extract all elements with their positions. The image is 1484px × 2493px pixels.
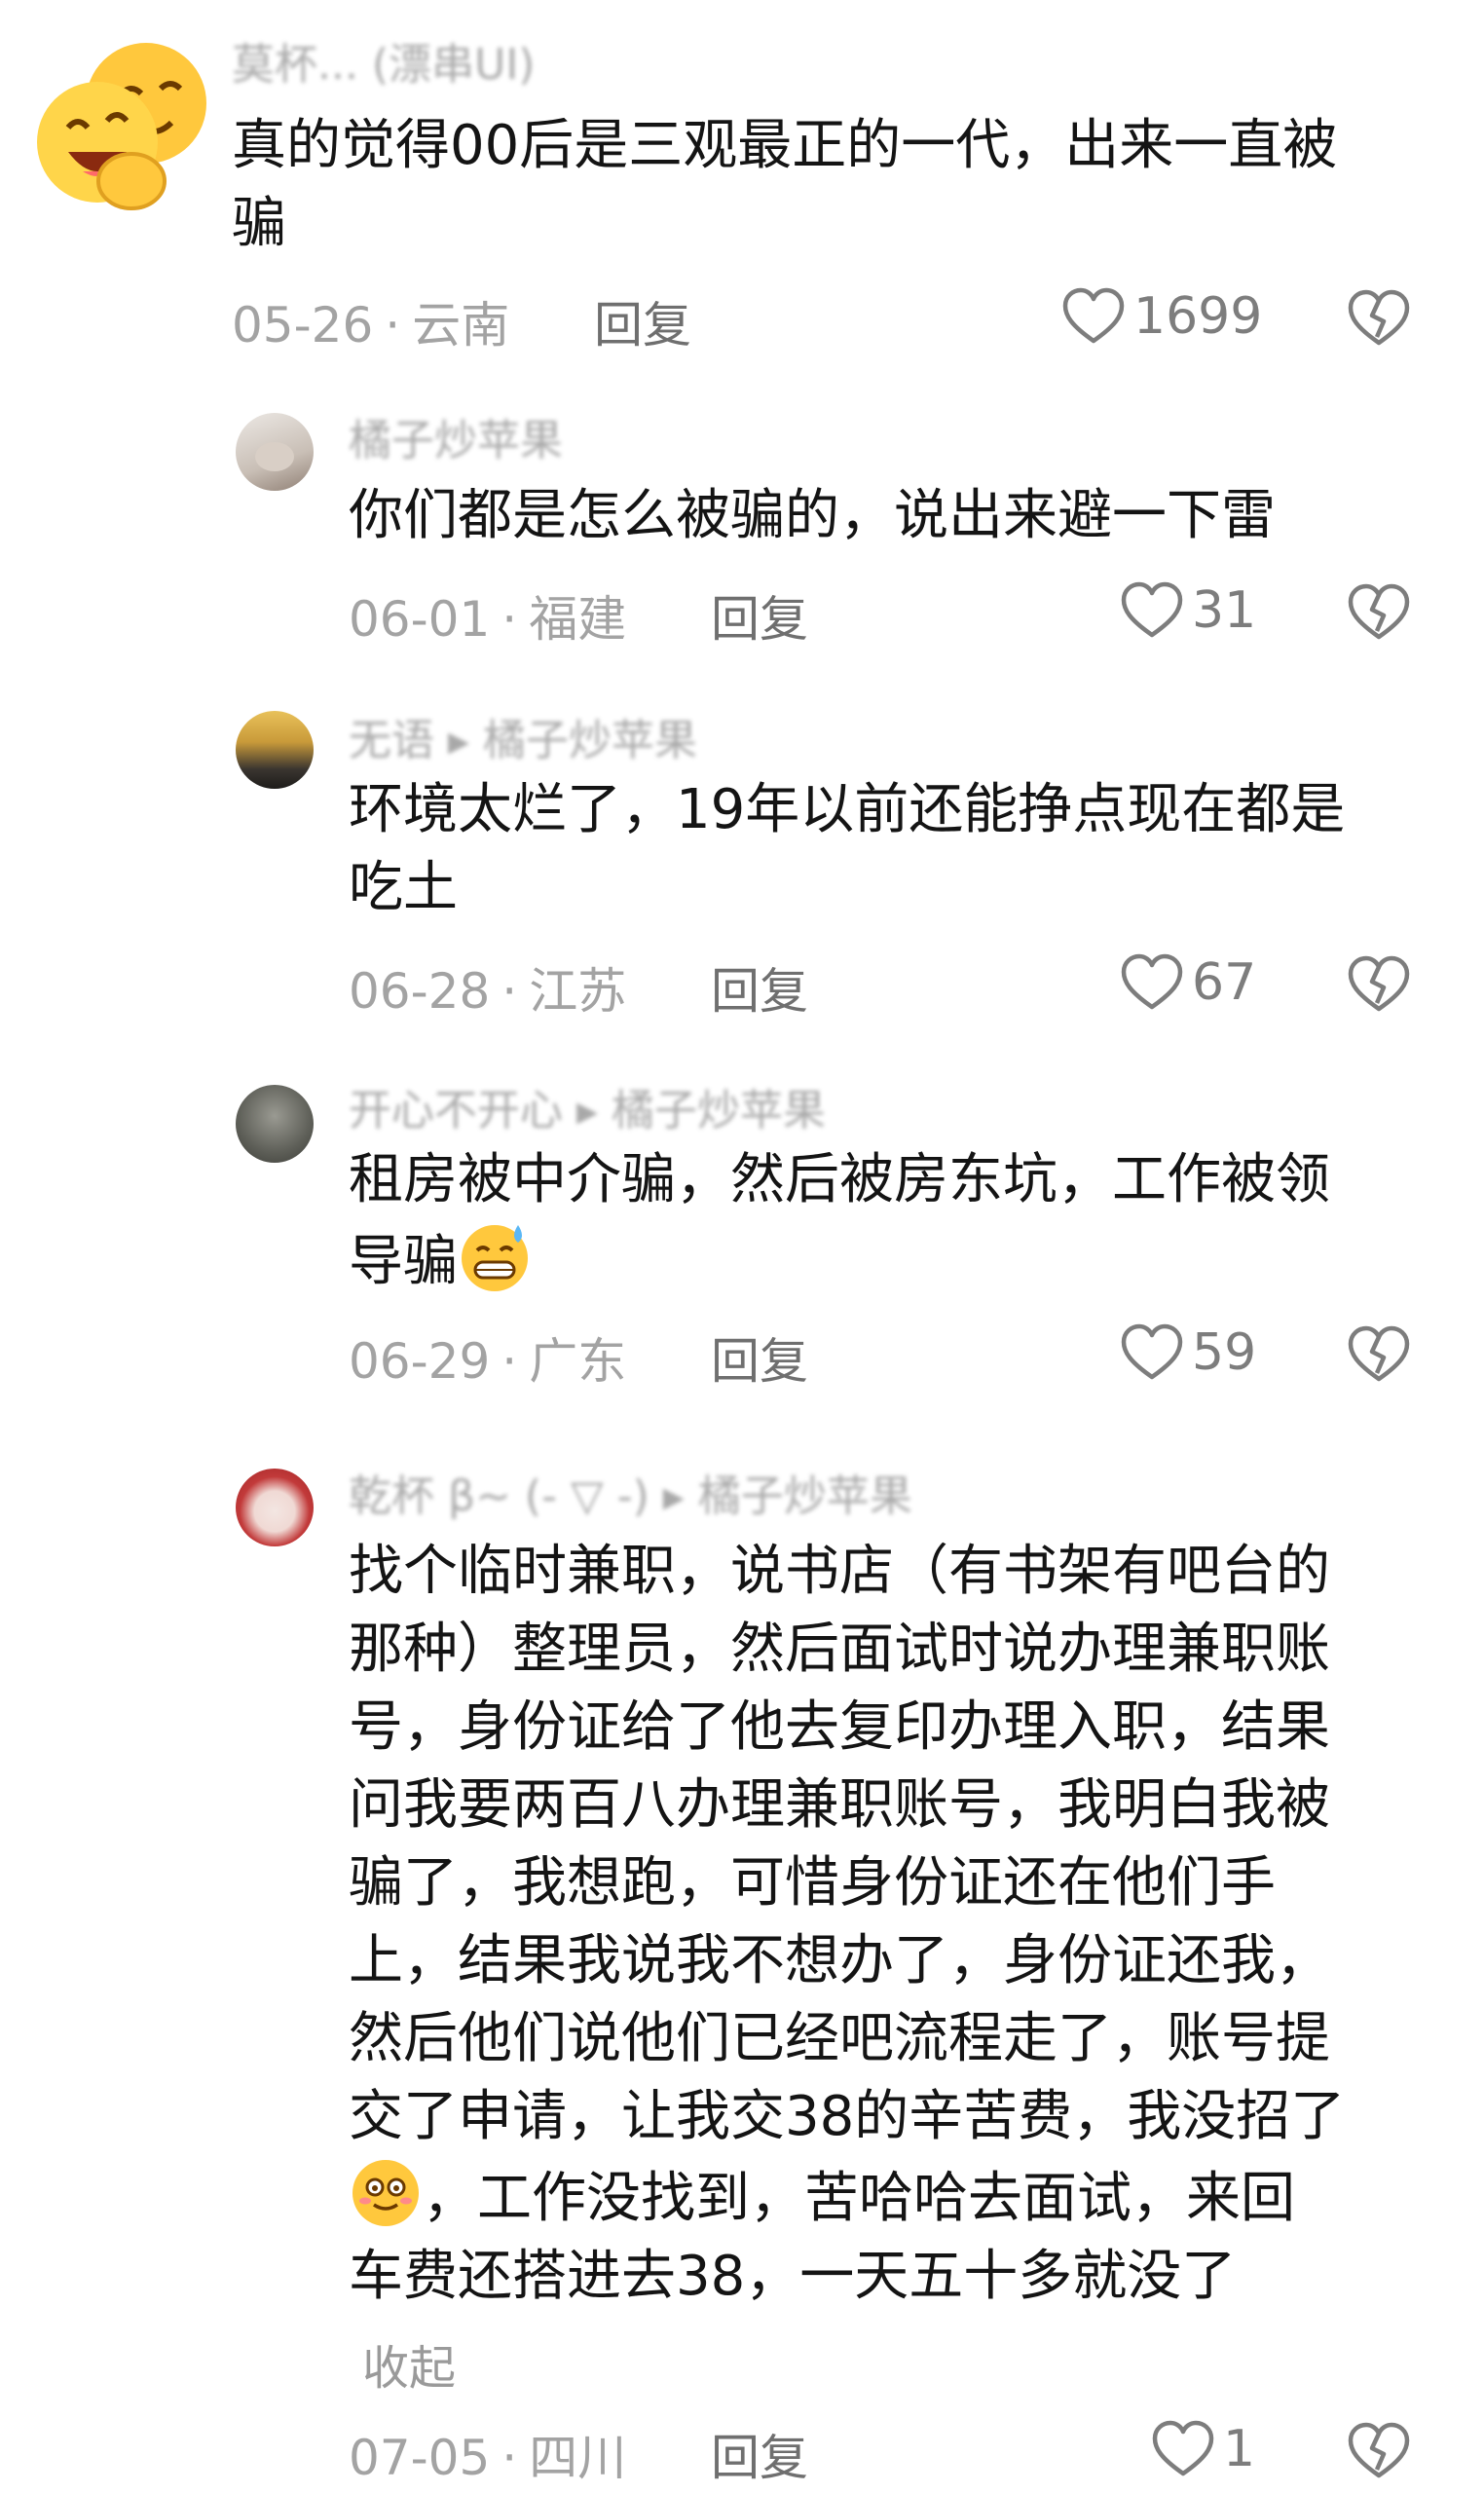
comment-region: 江苏 [529, 963, 627, 1020]
comment-text-segment: 导骗 [349, 1230, 458, 1293]
comment-username[interactable]: 开心不开心 ▸ 橘子炒苹果 [349, 1075, 826, 1137]
comment-text-line: 那种）整理员，然后面试时说办理兼职账 [349, 1618, 1330, 1681]
meta-separator: · [385, 297, 401, 353]
comment-text-line: 然后他们说他们已经吧流程走了，账号提 [349, 2007, 1330, 2070]
heart-outline-icon [1152, 2420, 1214, 2476]
comment-item: 橘子炒苹果 你们都是怎么被骗的，说出来避一下雷 06-01 · 福建 回复 31 [0, 390, 1484, 701]
like-button[interactable]: 31 [1120, 577, 1256, 645]
comment-text-line: 骗 [232, 192, 286, 255]
comment-username[interactable]: 无语 ▸ 橘子炒苹果 [349, 705, 697, 767]
broken-heart-icon [1348, 583, 1410, 640]
comment-text-line: 你们都是怎么被骗的，说出来避一下雷 [349, 484, 1276, 547]
broken-heart-icon [1348, 1325, 1410, 1382]
reply-button[interactable]: 回复 [711, 580, 808, 651]
heart-outline-icon [1121, 1323, 1183, 1380]
reply-button[interactable]: 回复 [594, 286, 691, 356]
like-count: 59 [1192, 1323, 1257, 1382]
comment-text-line: 吃土 [349, 856, 458, 919]
comment-username[interactable]: 莫杯... (漂串UI) [232, 29, 535, 92]
broken-heart-icon [1348, 289, 1410, 346]
comment-meta: 06-01 · 福建 [349, 580, 626, 648]
comment-text-line: 租房被中介骗，然后被房东坑，工作被领 [349, 1148, 1330, 1211]
comment-text: 真的觉得00后是三观最正的一代，出来一直被 骗 [232, 107, 1449, 263]
comment-date: 06-28 [349, 963, 491, 1020]
comment-item: 乾杯 β~ (- ▽ -) ▸ 橘子炒苹果 找个临时兼职，说书店（有书架有吧台的… [0, 1441, 1484, 2493]
comment-region: 广东 [529, 1333, 627, 1390]
comment-meta: 06-28 · 江苏 [349, 952, 626, 1020]
comment-meta: 07-05 · 四川 [349, 2419, 626, 2486]
broken-heart-icon [1348, 955, 1410, 1012]
like-count: 1 [1223, 2420, 1256, 2478]
like-count: 31 [1192, 581, 1257, 640]
reply-button[interactable]: 回复 [711, 1322, 808, 1393]
dislike-button[interactable] [1347, 1322, 1411, 1387]
reply-button[interactable]: 回复 [711, 2419, 808, 2489]
comment-text: 找个临时兼职，说书店（有书架有吧台的 那种）整理员，然后面试时说办理兼职账 号，… [349, 1533, 1468, 2316]
comment-item: 莫杯... (漂串UI) 真的觉得00后是三观最正的一代，出来一直被 骗 05-… [0, 0, 1484, 390]
like-button[interactable]: 1 [1151, 2415, 1255, 2483]
heart-outline-icon [1121, 953, 1183, 1010]
comment-text-line: ，工作没找到，苦哈哈去面试，来回 [349, 2156, 1468, 2238]
smiling-face-emoji-icon [349, 2156, 423, 2230]
comment-date: 05-26 [232, 297, 374, 353]
comment-text-line: 号，身份证给了他去复印办理入职，结果 [349, 1695, 1330, 1759]
comment-text-line: 问我要两百八办理兼职账号，我明白我被 [349, 1773, 1330, 1837]
like-count: 67 [1192, 953, 1257, 1012]
comment-text-line: 骗了，我想跑，可惜身份证还在他们手 [349, 1851, 1276, 1915]
comment-username[interactable]: 乾杯 β~ (- ▽ -) ▸ 橘子炒苹果 [349, 1461, 912, 1523]
heart-outline-icon [1121, 581, 1183, 638]
like-button[interactable]: 59 [1120, 1319, 1256, 1387]
comment-text: 租房被中介骗，然后被房东坑，工作被领 导骗 [349, 1141, 1459, 1301]
comment-text-line: 上，结果我说我不想办了，身份证还我， [349, 1929, 1330, 1992]
meta-separator: · [501, 963, 518, 1020]
like-button[interactable]: 1699 [1061, 282, 1262, 351]
meta-separator: · [501, 2430, 518, 2486]
comment-username[interactable]: 橘子炒苹果 [349, 405, 563, 467]
grinning-face-icon [37, 43, 206, 210]
comment-date: 06-01 [349, 591, 491, 648]
like-count: 1699 [1133, 287, 1263, 346]
comment-date: 07-05 [349, 2430, 491, 2486]
comment-text: 环境太烂了，19年以前还能挣点现在都是 吃土 [349, 771, 1459, 927]
avatar[interactable] [236, 413, 314, 491]
avatar[interactable] [236, 1085, 314, 1163]
comment-text-line: 交了申请，让我交38的辛苦费，我没招了 [349, 2085, 1346, 2148]
grimacing-sweat-emoji-icon [458, 1219, 532, 1293]
comment-date: 06-29 [349, 1333, 491, 1390]
comment-text: 你们都是怎么被骗的，说出来避一下雷 [349, 477, 1459, 555]
comment-text-line: 环境太烂了，19年以前还能挣点现在都是 [349, 778, 1346, 841]
comment-meta: 05-26 · 云南 [232, 286, 509, 353]
dislike-button[interactable] [1347, 2419, 1411, 2483]
heart-outline-icon [1062, 287, 1125, 344]
comment-meta: 06-29 · 广东 [349, 1322, 626, 1390]
comment-text-line: 导骗 [349, 1219, 1459, 1301]
broken-heart-icon [1348, 2422, 1410, 2478]
comment-region: 福建 [529, 591, 627, 648]
comment-text-segment: ，工作没找到，苦哈哈去面试，来回 [423, 2167, 1295, 2230]
avatar[interactable] [236, 711, 314, 789]
collapse-button[interactable]: 收起 [362, 2329, 456, 2398]
comment-text-line: 真的觉得00后是三观最正的一代，出来一直被 [232, 114, 1338, 177]
meta-separator: · [501, 1333, 518, 1390]
meta-separator: · [501, 591, 518, 648]
comment-item: 无语 ▸ 橘子炒苹果 环境太烂了，19年以前还能挣点现在都是 吃土 06-28 ·… [0, 701, 1484, 1071]
dislike-button[interactable] [1347, 580, 1411, 645]
comment-text-line: 找个临时兼职，说书店（有书架有吧台的 [349, 1540, 1330, 1603]
like-button[interactable]: 67 [1120, 949, 1256, 1017]
comment-region: 云南 [412, 297, 510, 353]
reply-button[interactable]: 回复 [711, 952, 808, 1023]
dislike-button[interactable] [1347, 952, 1411, 1017]
comment-region: 四川 [529, 2430, 627, 2486]
avatar[interactable] [236, 1469, 314, 1546]
emoji-avatar[interactable] [29, 35, 214, 220]
comment-text-line: 车费还搭进去38，一天五十多就没了 [349, 2245, 1237, 2308]
dislike-button[interactable] [1347, 286, 1411, 351]
comment-item: 开心不开心 ▸ 橘子炒苹果 租房被中介骗，然后被房东坑，工作被领 导骗 06-2… [0, 1071, 1484, 1441]
